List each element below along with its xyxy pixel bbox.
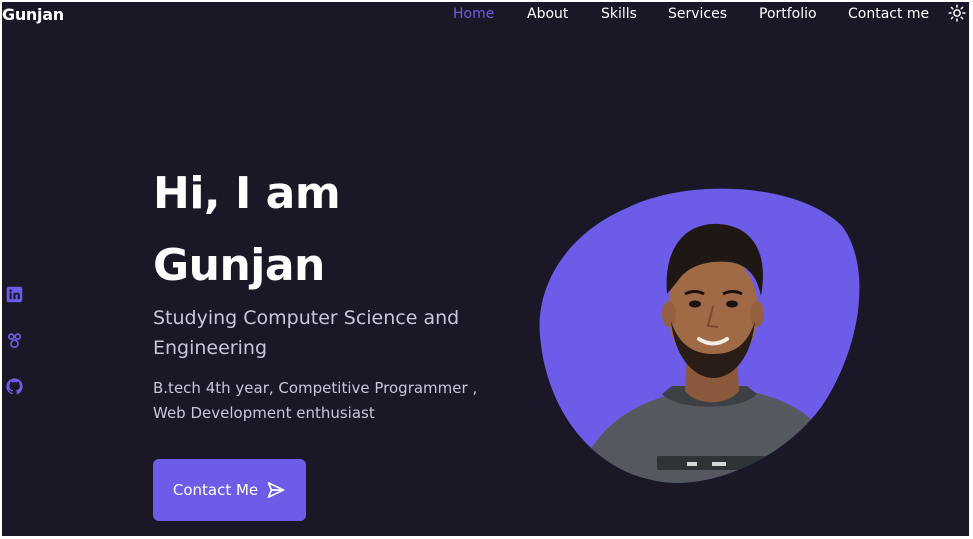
nav-contact[interactable]: Contact me <box>848 6 929 22</box>
profile-photo <box>537 186 861 486</box>
nav-about[interactable]: About <box>527 6 568 22</box>
hero-description-line1: B.tech 4th year, Competitive Programmer … <box>153 379 478 397</box>
nav-skills[interactable]: Skills <box>601 6 637 22</box>
contact-me-label: Contact Me <box>172 481 259 499</box>
hero-subtitle-line2: Engineering <box>153 337 267 359</box>
hero-description-line2: Web Development enthusiast <box>153 404 375 422</box>
dribbble-icon[interactable] <box>6 332 23 349</box>
page: Gunjan Home About Skills Services Portfo… <box>2 2 969 536</box>
nav-services[interactable]: Services <box>668 6 727 22</box>
hero-greeting: Hi, I am <box>153 168 341 219</box>
contact-me-button[interactable]: Contact Me <box>153 459 306 521</box>
nav-home[interactable]: Home <box>453 6 494 22</box>
nav-portfolio[interactable]: Portfolio <box>759 6 817 22</box>
hero-name: Gunjan <box>153 240 325 291</box>
github-icon[interactable] <box>6 378 23 395</box>
main-nav: Home About Skills Services Portfolio Con… <box>2 6 969 26</box>
linkedin-icon[interactable] <box>6 286 23 303</box>
send-icon <box>267 482 285 498</box>
hero-subtitle-line1: Studying Computer Science and <box>153 307 460 329</box>
sun-icon[interactable] <box>948 4 966 22</box>
